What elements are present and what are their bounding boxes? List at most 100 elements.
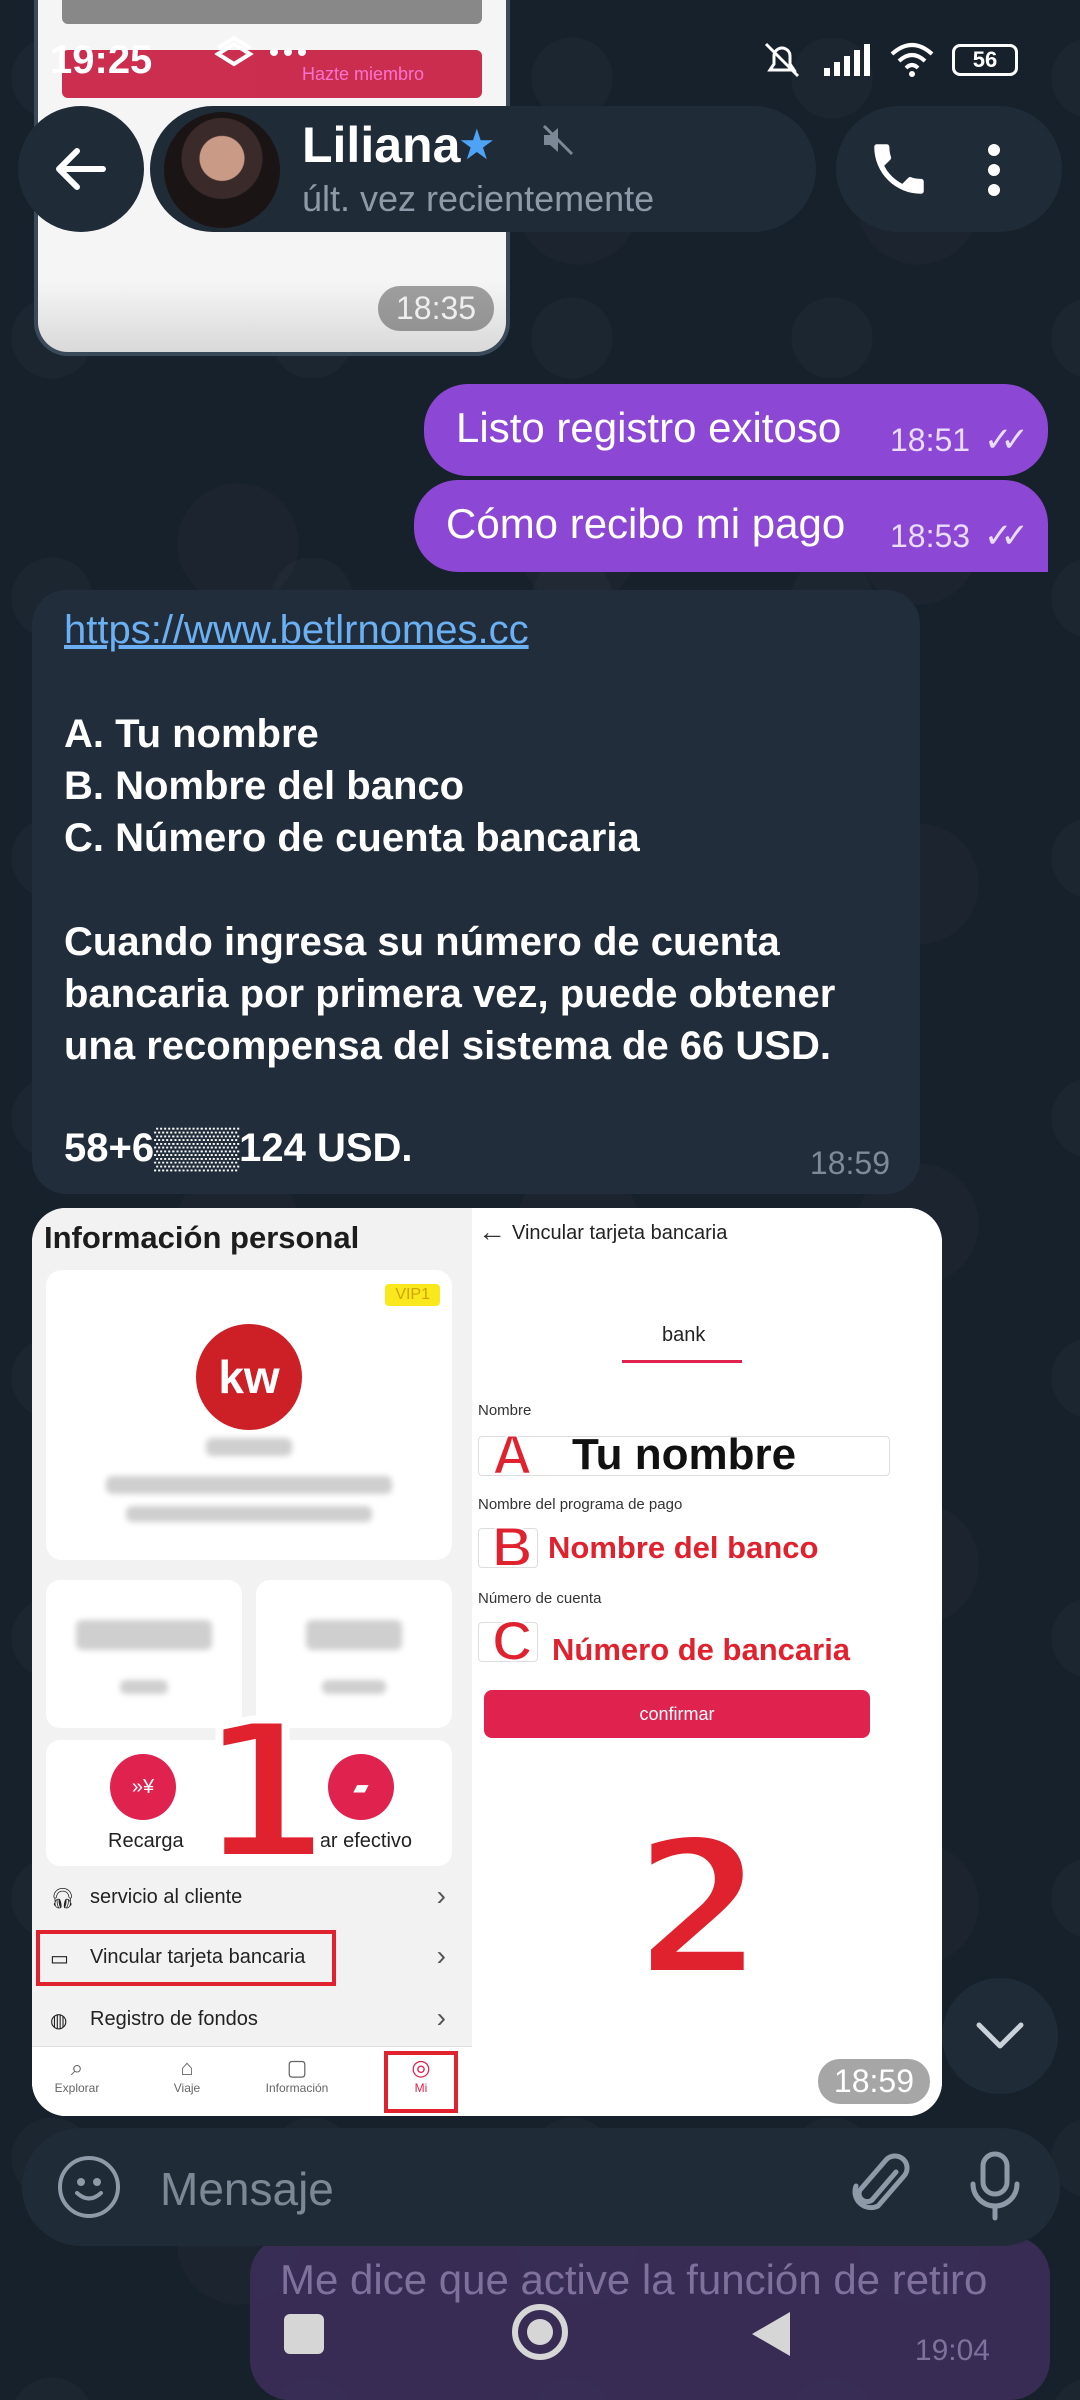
message-input[interactable]: Mensaje bbox=[160, 2162, 334, 2216]
status-time: 19:25 bbox=[50, 38, 153, 82]
chat-icon: ▢ bbox=[286, 2055, 308, 2080]
message-time: 18:59 bbox=[817, 2059, 930, 2104]
blurred-text bbox=[206, 1438, 292, 1456]
menu-row: ◍ Registro de fondos › bbox=[46, 1994, 452, 2046]
premium-star-icon: ★ bbox=[458, 121, 496, 168]
contact-name: Liliana bbox=[302, 117, 461, 173]
message-text: Listo registro exitoso bbox=[456, 404, 842, 451]
nav-mi: ◎ Mi bbox=[384, 2051, 458, 2113]
avatar[interactable] bbox=[164, 112, 280, 228]
message-line: 58+6▒▒▒124 USD. bbox=[64, 1126, 413, 1170]
outgoing-message[interactable]: Listo registro exitoso 18:51 ✓✓ bbox=[424, 384, 1048, 476]
kw-logo: kw bbox=[196, 1324, 302, 1430]
step-number: 1 bbox=[194, 1678, 334, 1907]
blurred-text bbox=[106, 1476, 392, 1494]
blurred-text bbox=[120, 1680, 168, 1694]
chevron-down-icon bbox=[976, 2022, 1024, 2049]
letter-b: B bbox=[491, 1514, 533, 1579]
status-bar: 19:25 56 bbox=[0, 0, 1080, 120]
system-back-button[interactable] bbox=[752, 2312, 790, 2356]
muted-icon bbox=[540, 122, 576, 167]
message-line: A. Tu nombre bbox=[64, 712, 319, 756]
paperclip-icon bbox=[852, 2153, 910, 2211]
profile-icon: ◎ bbox=[411, 2055, 431, 2080]
more-vertical-icon bbox=[988, 144, 1000, 196]
field-label: Nombre bbox=[478, 1402, 532, 1419]
message-line: B. Nombre del banco bbox=[64, 764, 465, 808]
image-message[interactable]: Información personal VIP1 kw »¥ Recarga … bbox=[32, 1208, 942, 2116]
header-actions bbox=[836, 106, 1062, 232]
wifi-icon bbox=[890, 43, 934, 77]
emoji-icon bbox=[75, 2178, 103, 2201]
overlay-bank-text: Nombre del banco bbox=[548, 1530, 819, 1565]
voice-button[interactable] bbox=[968, 2150, 1022, 2227]
nav-explore: ⌕ Explorar bbox=[32, 2055, 122, 2095]
message-time: 18:53 bbox=[890, 518, 971, 554]
message-input-bar: Mensaje bbox=[22, 2128, 1060, 2246]
menu-row: 🎧︎ servicio al cliente › bbox=[46, 1872, 452, 1924]
wallet-icon: ▰ bbox=[328, 1754, 394, 1820]
attach-button[interactable] bbox=[852, 2152, 912, 2236]
back-arrow-icon bbox=[56, 148, 106, 190]
home-button[interactable] bbox=[512, 2304, 568, 2360]
scroll-down-button[interactable] bbox=[942, 1978, 1058, 2094]
more-menu-button[interactable] bbox=[986, 142, 1002, 203]
battery-level: 56 bbox=[952, 44, 1018, 76]
field-label: Nombre del programa de pago bbox=[478, 1496, 683, 1513]
notification-dots bbox=[212, 32, 332, 82]
message-text: Cómo recibo mi pago bbox=[446, 500, 846, 547]
tab-indicator bbox=[622, 1360, 742, 1363]
microphone-icon bbox=[970, 2151, 1020, 2221]
vip-badge: VIP1 bbox=[385, 1284, 440, 1306]
message-line: una recompensa del sistema de 66 USD. bbox=[64, 1024, 831, 1068]
overlay-account-text: Número de bancaria bbox=[552, 1632, 851, 1667]
blurred-text bbox=[322, 1680, 386, 1694]
last-seen-status: últ. vez recientemente bbox=[302, 178, 655, 219]
overlay-name-text: Tu nombre bbox=[572, 1430, 797, 1479]
back-arrow-icon: ← bbox=[478, 1216, 506, 1247]
chevron-right-icon: › bbox=[436, 2002, 446, 2033]
outgoing-message[interactable]: Cómo recibo mi pago 18:53 ✓✓ bbox=[414, 480, 1048, 572]
app-bottom-nav: ⌕ Explorar ⌂ Viaje ▢ Información ◎ Mi bbox=[32, 2046, 472, 2116]
back-button[interactable] bbox=[18, 106, 144, 232]
read-ticks-icon: ✓✓ bbox=[984, 517, 1029, 555]
field-label: Número de cuenta bbox=[478, 1590, 602, 1607]
incoming-message[interactable]: https://www.betlrnomes.cc A. Tu nombre B… bbox=[32, 590, 920, 1194]
chat-header[interactable]: Liliana ★ últ. vez recientemente bbox=[150, 106, 816, 232]
recharge-icon: »¥ bbox=[110, 1754, 176, 1820]
headset-icon: 🎧︎ bbox=[50, 1888, 76, 1910]
row-label: Registro de fondos bbox=[90, 2008, 258, 2030]
message-line: bancaria por primera vez, puede obtener bbox=[64, 972, 836, 1016]
nav-trip: ⌂ Viaje bbox=[142, 2055, 232, 2095]
message-line: C. Número de cuenta bancaria bbox=[64, 816, 640, 860]
message-time: 18:35 bbox=[378, 286, 495, 331]
highlight-box bbox=[36, 1930, 336, 1986]
message-link[interactable]: https://www.betlrnomes.cc bbox=[64, 608, 529, 653]
chevron-right-icon: › bbox=[436, 1940, 446, 1971]
message-time: 18:59 bbox=[809, 1145, 890, 1181]
screenshot-left-panel: Información personal VIP1 kw »¥ Recarga … bbox=[32, 1208, 472, 2116]
recents-button[interactable] bbox=[284, 2314, 324, 2354]
screenshot-right-panel: ← Vincular tarjeta bancaria bank Nombre … bbox=[472, 1208, 942, 2116]
travel-icon: ⌂ bbox=[180, 2055, 194, 2080]
confirm-button: confirmar bbox=[484, 1690, 870, 1738]
message-line: Cuando ingresa su número de cuenta bbox=[64, 920, 780, 964]
stack-icon bbox=[214, 35, 306, 67]
blurred-text bbox=[306, 1620, 402, 1650]
phone-icon bbox=[874, 144, 924, 194]
letter-a: A bbox=[491, 1422, 533, 1487]
panel-title: Información personal bbox=[44, 1220, 360, 1255]
step-number: 2 bbox=[628, 1794, 768, 2023]
read-ticks-icon: ✓✓ bbox=[984, 421, 1029, 459]
recharge-label: Recarga bbox=[108, 1830, 184, 1852]
letter-c: C bbox=[491, 1608, 533, 1673]
panel-title: Vincular tarjeta bancaria bbox=[512, 1222, 728, 1244]
signal-icon bbox=[824, 44, 870, 76]
emoji-button[interactable] bbox=[58, 2156, 120, 2218]
row-label: servicio al cliente bbox=[90, 1886, 243, 1908]
search-icon: ⌕ bbox=[70, 2055, 84, 2080]
blurred-text bbox=[76, 1620, 212, 1650]
chevron-right-icon: › bbox=[436, 1880, 446, 1911]
profile-card: VIP1 kw bbox=[46, 1270, 452, 1560]
call-button[interactable] bbox=[866, 136, 932, 207]
